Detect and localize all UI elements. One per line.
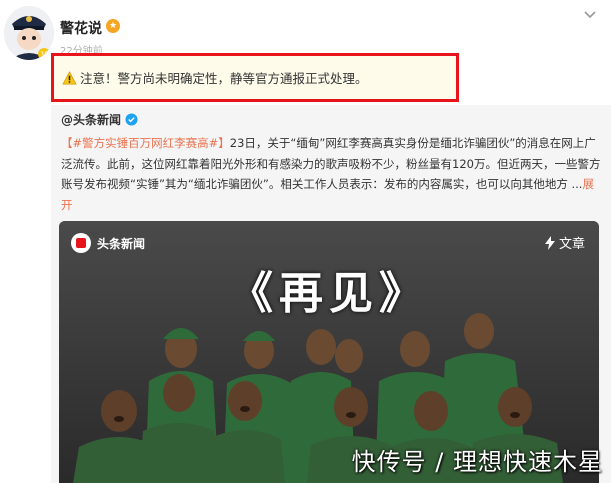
- lightning-icon: [544, 235, 555, 250]
- video-source-logo: 头条新闻: [71, 233, 145, 253]
- chevron-down-icon[interactable]: [583, 8, 597, 22]
- verified-icon: [125, 113, 138, 126]
- news-logo-icon: [71, 233, 91, 253]
- avatar[interactable]: V: [4, 6, 54, 60]
- author-name[interactable]: 警花说: [60, 18, 102, 38]
- video-title: 《再见》: [229, 268, 429, 319]
- video-logo-text: 头条新闻: [97, 236, 146, 251]
- repost-area[interactable]: @头条新闻 【#警方实锤百万网红李赛高#】23日，关于“缅甸”网红李赛高真实身份…: [51, 105, 611, 483]
- watermark: 快传号 / 理想快速木星: [351, 448, 603, 476]
- svg-text:V: V: [41, 50, 47, 59]
- repost-body: 【#警方实锤百万网红李赛高#】23日，关于“缅甸”网红李赛高真实身份是缅北诈骗团…: [61, 133, 601, 215]
- warning-icon: [62, 70, 77, 84]
- article-tag-label: 文章: [558, 237, 585, 252]
- hashtag-link[interactable]: 【#警方实锤百万网红李赛高#】: [61, 136, 230, 150]
- notice-text: 注意！警方尚未明确定性，静等官方通报正式处理。: [80, 71, 368, 86]
- member-badge-icon: ★: [106, 19, 120, 33]
- repost-source[interactable]: @头条新闻: [61, 111, 138, 128]
- repost-source-name[interactable]: @头条新闻: [61, 111, 121, 128]
- article-tag[interactable]: 文章: [544, 233, 585, 252]
- notice-box: 注意！警方尚未明确定性，静等官方通报正式处理。: [51, 53, 459, 102]
